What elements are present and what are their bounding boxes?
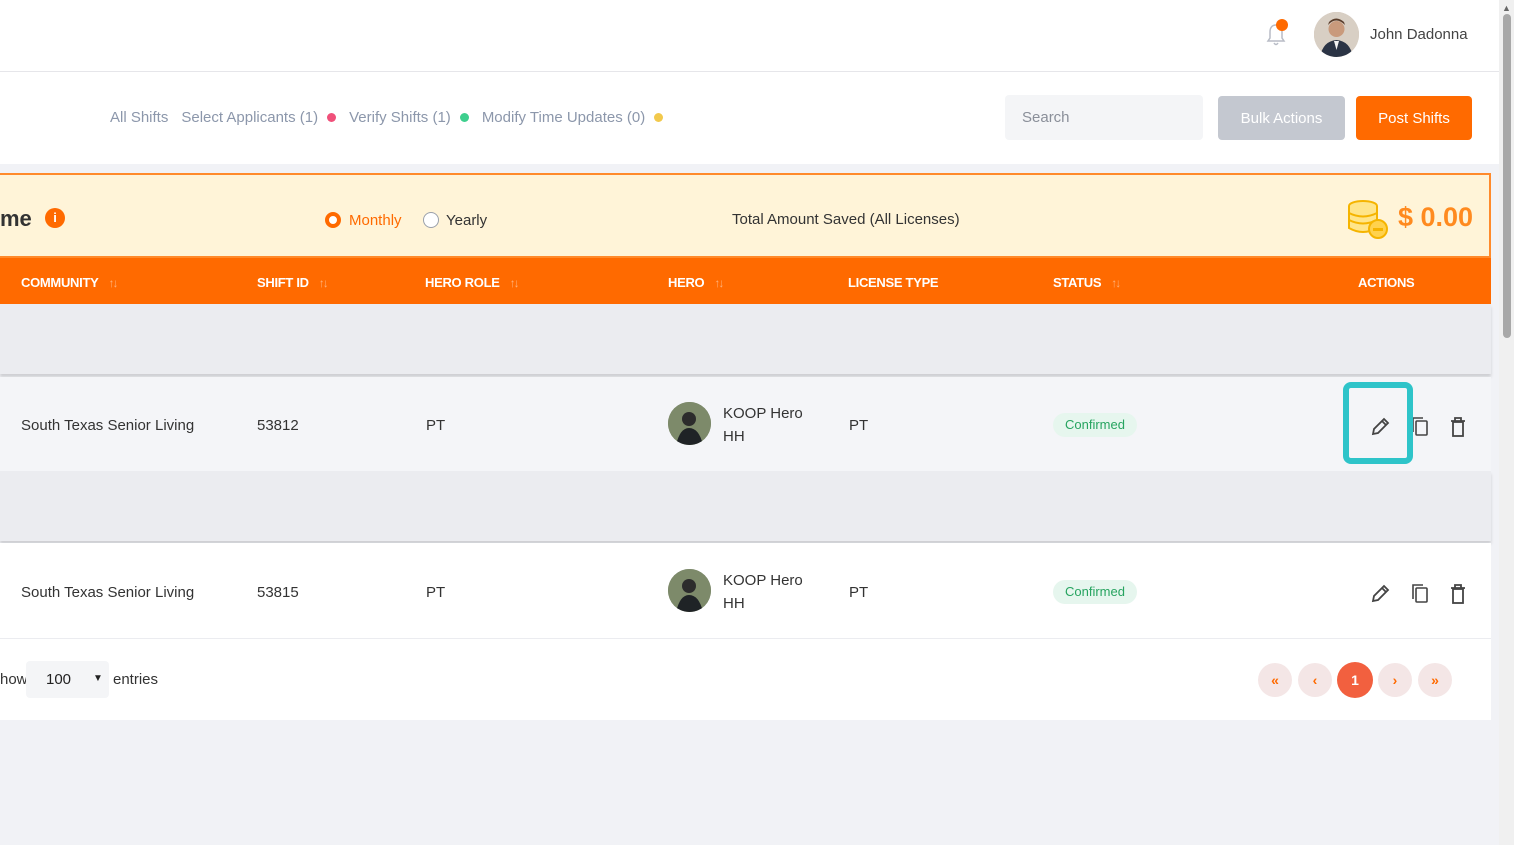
tab-label: Modify Time Updates (0) <box>481 109 646 126</box>
tab-label: All Shifts <box>110 109 169 126</box>
hero-role-cell: PT <box>426 584 446 601</box>
column-label: HERO ROLE <box>425 275 500 290</box>
tab-verify-shifts[interactable]: Verify Shifts (1) <box>349 109 469 126</box>
tab-select-applicants[interactable]: Select Applicants (1) <box>181 109 337 126</box>
column-label: ACTIONS <box>1358 275 1415 290</box>
page-number-button[interactable]: 1 <box>1337 662 1373 698</box>
hero-name[interactable]: KOOP Hero HH <box>723 402 803 448</box>
edit-icon[interactable] <box>1369 582 1391 606</box>
status-badge: Confirmed <box>1053 413 1137 437</box>
license-type-cell: PT <box>849 417 869 434</box>
community-cell: South Texas Senior Living <box>21 584 195 601</box>
sort-icon[interactable]: ↑↓ <box>319 276 329 290</box>
column-shift-id[interactable]: SHIFT ID ↑↓ <box>257 275 329 290</box>
license-type-cell: PT <box>849 584 869 601</box>
shift-id-cell: 53812 <box>257 417 299 434</box>
delete-icon[interactable] <box>1447 415 1469 439</box>
shift-id-cell: 53815 <box>257 584 299 601</box>
column-license-type: LICENSE TYPE <box>848 275 939 290</box>
banner-title: me <box>0 206 32 231</box>
info-icon[interactable]: i <box>45 208 65 228</box>
column-label: STATUS <box>1053 275 1102 290</box>
column-hero-role[interactable]: HERO ROLE ↑↓ <box>425 275 520 290</box>
bulk-actions-button[interactable]: Bulk Actions <box>1218 96 1345 140</box>
hero-name-line: HH <box>723 595 745 612</box>
total-saved-value: $ 0.00 <box>1398 202 1474 232</box>
column-status[interactable]: STATUS ↑↓ <box>1053 275 1121 290</box>
user-avatar[interactable] <box>1314 12 1359 57</box>
hero-avatar[interactable] <box>668 402 711 445</box>
column-label: COMMUNITY <box>21 275 99 290</box>
next-page-icon[interactable]: › <box>1378 663 1412 697</box>
community-cell: South Texas Senior Living <box>21 417 195 434</box>
tab-all-shifts[interactable]: All Shifts <box>110 109 168 126</box>
shift-tabs: All Shifts Select Applicants (1) Verify … <box>110 109 676 126</box>
column-community[interactable]: COMMUNITY ↑↓ <box>21 275 118 290</box>
sort-icon[interactable]: ↑↓ <box>714 276 724 290</box>
tab-label: Verify Shifts (1) <box>349 109 451 126</box>
scroll-up-icon[interactable]: ▲ <box>1502 3 1511 13</box>
monthly-label[interactable]: Monthly <box>349 212 402 229</box>
entries-label: entries <box>113 671 159 688</box>
post-shifts-button[interactable]: Post Shifts <box>1356 96 1472 140</box>
column-actions: ACTIONS <box>1358 275 1415 290</box>
group-row <box>0 471 1491 541</box>
notification-dot <box>1276 19 1288 31</box>
hero-name[interactable]: KOOP Hero HH <box>723 569 803 615</box>
hero-name-line: KOOP Hero <box>723 572 803 589</box>
status-dot <box>654 113 664 122</box>
sort-icon[interactable]: ↑↓ <box>510 276 520 290</box>
copy-icon[interactable] <box>1409 582 1431 606</box>
tab-modify-time-updates[interactable]: Modify Time Updates (0) <box>481 109 664 126</box>
tab-label: Select Applicants (1) <box>181 109 319 126</box>
prev-page-icon[interactable]: ‹ <box>1298 663 1332 697</box>
hero-name-line: KOOP Hero <box>723 405 803 422</box>
status-badge: Confirmed <box>1053 580 1137 604</box>
search-input[interactable] <box>1005 95 1203 140</box>
column-label: HERO <box>668 275 705 290</box>
hero-avatar[interactable] <box>668 569 711 612</box>
show-label: how <box>0 671 28 688</box>
total-saved-label: Total Amount Saved (All Licenses) <box>732 211 960 228</box>
yearly-radio[interactable] <box>423 212 439 228</box>
hero-name-line: HH <box>723 428 745 445</box>
table-header <box>0 258 1491 304</box>
user-name[interactable]: John Dadonna <box>1370 26 1468 43</box>
status-dot <box>327 113 337 122</box>
yearly-label[interactable]: Yearly <box>446 212 487 229</box>
first-page-icon[interactable]: « <box>1258 663 1292 697</box>
sort-icon[interactable]: ↑↓ <box>108 276 118 290</box>
edit-action-highlight <box>1343 382 1413 464</box>
status-dot <box>459 113 469 122</box>
column-label: LICENSE TYPE <box>848 275 939 290</box>
last-page-icon[interactable]: » <box>1418 663 1452 697</box>
monthly-radio[interactable] <box>325 212 341 228</box>
column-label: SHIFT ID <box>257 275 309 290</box>
sort-icon[interactable]: ↑↓ <box>1111 276 1121 290</box>
coins-icon <box>1348 200 1388 239</box>
scrollbar-thumb[interactable] <box>1503 14 1511 338</box>
hero-role-cell: PT <box>426 417 446 434</box>
chevron-down-icon[interactable]: ▼ <box>93 673 103 684</box>
delete-icon[interactable] <box>1447 582 1469 606</box>
column-hero[interactable]: HERO ↑↓ <box>668 275 724 290</box>
group-row <box>0 304 1491 374</box>
